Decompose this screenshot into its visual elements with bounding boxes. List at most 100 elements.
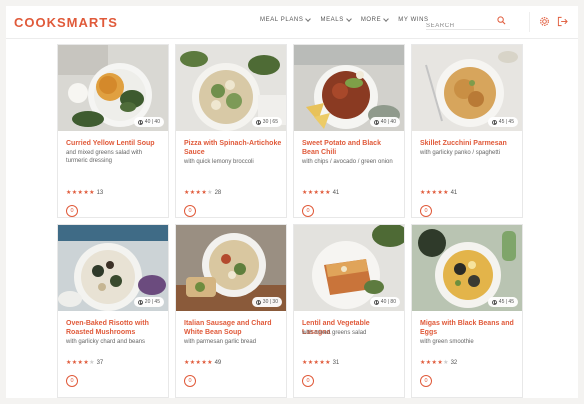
recipe-subtitle: and mixed greens salad with turmeric dre… [66, 150, 143, 164]
recipe-photo[interactable]: 40 | 40 [294, 45, 404, 131]
recipe-title[interactable]: Italian Sausage and Chard White Bean Sou… [184, 319, 282, 337]
favorite-button[interactable]: 0 [302, 205, 314, 217]
rating: ★★★★★ 13 [66, 189, 103, 196]
star-rating: ★★★★★ [420, 190, 449, 196]
star-rating: ★★★★★ [184, 360, 213, 366]
recipe-card[interactable]: 40 | 40 Sweet Potato and Black Bean Chil… [293, 44, 405, 218]
time-badge: 40 | 40 [133, 117, 164, 127]
stars-on: ★★★★ [420, 360, 444, 366]
recipe-photo[interactable]: 20 | 45 [58, 225, 168, 311]
stars-on: ★★★★ [184, 190, 208, 196]
time-text: 30 | 65 [262, 119, 278, 125]
rating-count: 41 [332, 190, 340, 196]
rating-count: 13 [96, 190, 104, 196]
main-nav: MEAL PLANS MEALS MORE MY WINS [260, 16, 429, 23]
chevron-down-icon [383, 16, 390, 22]
rating: ★★★★★ 32 [420, 359, 457, 366]
nav-label: MEALS [320, 17, 344, 23]
time-text: 45 | 45 [498, 299, 514, 305]
stars-on: ★★★★★ [420, 190, 449, 196]
nav-label: MORE [360, 17, 382, 23]
nav-more[interactable]: MORE [360, 16, 390, 23]
recipe-photo[interactable]: 45 | 45 [412, 225, 522, 311]
favorite-button[interactable]: 0 [184, 205, 196, 217]
stars-off: ★ [89, 360, 95, 366]
recipe-title[interactable]: Skillet Zucchini Parmesan [420, 139, 518, 148]
clock-icon [255, 119, 261, 125]
recipe-card[interactable]: 45 | 45 Skillet Zucchini Parmesan with g… [411, 44, 523, 218]
recipe-card[interactable]: 20 | 45 Oven-Baked Risotto with Roasted … [57, 224, 169, 398]
search-input[interactable] [426, 19, 486, 33]
star-rating: ★★★★★ [66, 360, 95, 366]
nav-my-wins[interactable]: MY WINS [398, 17, 428, 23]
gear-icon[interactable] [539, 16, 550, 27]
favorite-button[interactable]: 0 [302, 375, 314, 387]
favorite-button[interactable]: 0 [420, 375, 432, 387]
recipe-subtitle: with green smoothie [420, 339, 474, 345]
nav-meals[interactable]: MEALS [320, 16, 352, 23]
time-text: 40 | 80 [380, 299, 396, 305]
search-icon[interactable] [497, 16, 506, 25]
stars-on: ★★★★★ [302, 190, 331, 196]
rating: ★★★★★ 31 [302, 359, 339, 366]
clock-icon [491, 299, 497, 305]
time-text: 30 | 30 [262, 299, 278, 305]
star-rating: ★★★★★ [66, 190, 95, 196]
nav-label: MY WINS [398, 17, 429, 23]
recipe-title[interactable]: Pizza with Spinach-Artichoke Sauce [184, 139, 282, 157]
recipe-card[interactable]: 40 | 80 Lentil and Vegetable Lasagna wit… [293, 224, 405, 398]
clock-icon [373, 299, 379, 305]
favorite-button[interactable]: 0 [66, 205, 78, 217]
stars-off: ★ [443, 360, 449, 366]
recipe-photo[interactable]: 40 | 40 [58, 45, 168, 131]
recipe-title[interactable]: Curried Yellow Lentil Soup [66, 139, 164, 148]
time-text: 20 | 45 [144, 299, 160, 305]
time-badge: 30 | 65 [251, 117, 282, 127]
recipe-photo[interactable]: 30 | 65 [176, 45, 286, 131]
recipe-subtitle: with quick lemony broccoli [184, 159, 254, 165]
stars-on: ★★★★★ [66, 190, 95, 196]
recipe-title[interactable]: Sweet Potato and Black Bean Chili [302, 139, 400, 157]
clock-icon [255, 299, 261, 305]
header-divider [529, 12, 530, 32]
star-rating: ★★★★★ [420, 360, 449, 366]
recipe-title[interactable]: Oven-Baked Risotto with Roasted Mushroom… [66, 319, 164, 337]
time-text: 40 | 40 [144, 119, 160, 125]
rating-count: 49 [214, 360, 222, 366]
recipe-card[interactable]: 45 | 45 Migas with Black Beans and Eggs … [411, 224, 523, 398]
time-badge: 20 | 45 [133, 297, 164, 307]
clock-icon [373, 119, 379, 125]
rating: ★★★★★ 28 [184, 189, 221, 196]
recipe-subtitle: with garlicky panko / spaghetti [420, 150, 501, 156]
recipe-card[interactable]: 40 | 40 Curried Yellow Lentil Soup and m… [57, 44, 169, 218]
recipe-title[interactable]: Migas with Black Beans and Eggs [420, 319, 518, 337]
recipe-card[interactable]: 30 | 65 Pizza with Spinach-Artichoke Sau… [175, 44, 287, 218]
time-badge: 40 | 80 [369, 297, 400, 307]
clock-icon [137, 119, 143, 125]
recipe-subtitle: with garlicky chard and beans [66, 339, 146, 345]
favorite-button[interactable]: 0 [420, 205, 432, 217]
nav-meal-plans[interactable]: MEAL PLANS [260, 16, 312, 23]
clock-icon [491, 119, 497, 125]
rating-count: 41 [450, 190, 458, 196]
nav-label: MEAL PLANS [260, 17, 304, 23]
chevron-down-icon [345, 16, 352, 22]
recipe-photo[interactable]: 30 | 30 [176, 225, 286, 311]
star-rating: ★★★★★ [302, 360, 331, 366]
favorite-button[interactable]: 0 [66, 375, 78, 387]
recipe-card[interactable]: 30 | 30 Italian Sausage and Chard White … [175, 224, 287, 398]
recipe-photo[interactable]: 45 | 45 [412, 45, 522, 131]
favorite-button[interactable]: 0 [184, 375, 196, 387]
recipe-photo[interactable]: 40 | 80 [294, 225, 404, 311]
time-badge: 45 | 45 [487, 297, 518, 307]
logout-icon[interactable] [557, 16, 568, 27]
rating: ★★★★★ 37 [66, 359, 103, 366]
rating-count: 32 [450, 360, 458, 366]
stars-off: ★ [207, 190, 213, 196]
rating-count: 37 [96, 360, 104, 366]
recipe-subtitle: with parmesan garlic bread [184, 339, 257, 345]
cooksmarts-logo[interactable]: COOKSMARTS [14, 15, 118, 30]
stars-on: ★★★★ [66, 360, 90, 366]
recipe-subtitle: with chips / avocado / green onion [302, 159, 393, 165]
star-rating: ★★★★★ [302, 190, 331, 196]
